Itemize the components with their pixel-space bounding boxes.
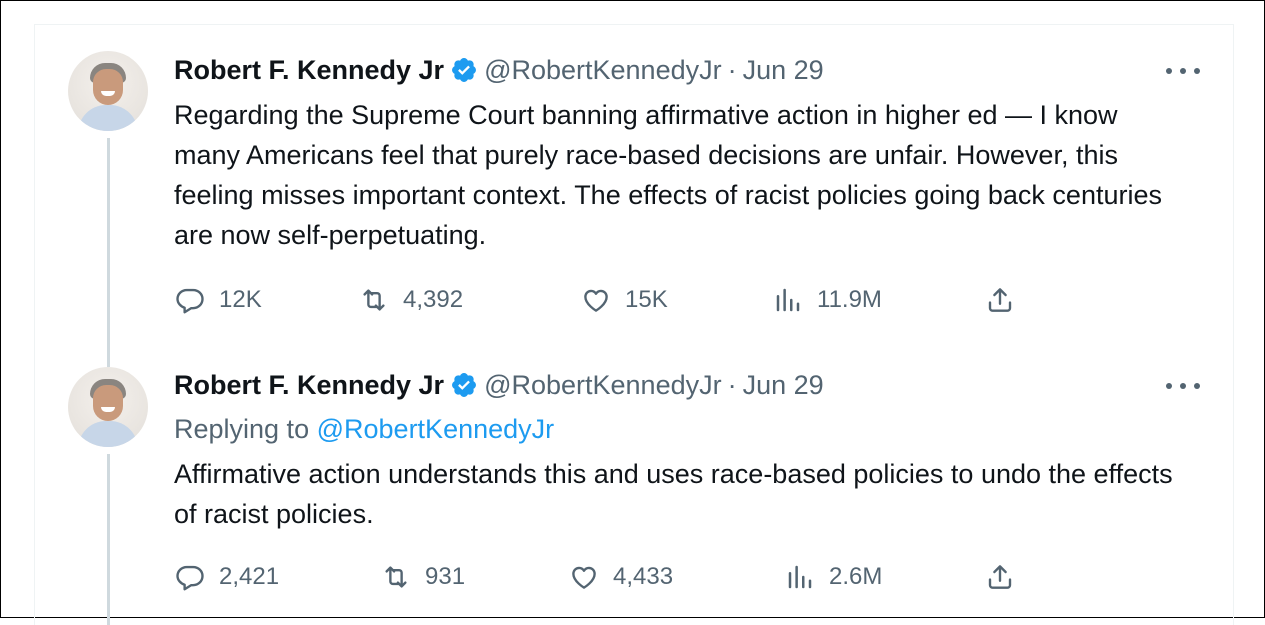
tweet-header: Robert F. Kennedy Jr @RobertKennedyJr · … <box>174 368 824 402</box>
thread-connector-line <box>107 355 110 367</box>
heart-icon <box>584 289 608 312</box>
tweet-date[interactable]: Jun 29 <box>743 55 824 86</box>
separator-dot: · <box>727 54 737 85</box>
verified-badge-icon <box>452 58 477 82</box>
reply-bubble-icon <box>176 565 204 591</box>
thread-connector-line <box>107 454 110 625</box>
retweet-icon <box>385 566 407 588</box>
tweet-2[interactable]: Robert F. Kennedy Jr @RobertKennedyJr · … <box>35 355 1233 625</box>
like-count: 4,433 <box>613 563 674 590</box>
reply-count: 2,421 <box>219 563 280 590</box>
replying-to: Replying to @RobertKennedyJr <box>174 412 554 446</box>
verified-badge-icon <box>452 373 477 397</box>
like-count: 15K <box>625 286 668 313</box>
reply-button[interactable]: 2,421 <box>175 560 279 594</box>
author-avatar[interactable] <box>68 367 148 447</box>
tweet-text: Affirmative action understands this and … <box>174 459 1173 529</box>
tweet-header: Robert F. Kennedy Jr @RobertKennedyJr · … <box>174 53 824 87</box>
replying-to-handle[interactable]: @RobertKennedyJr <box>317 414 555 444</box>
more-options-icon[interactable] <box>1166 376 1200 396</box>
thread-connector-line <box>107 138 110 355</box>
author-handle[interactable]: @RobertKennedyJr <box>484 55 722 86</box>
tweet-actions: 12K 4,392 15K 11.9M <box>35 283 1233 317</box>
heart-icon <box>572 566 596 589</box>
tweet-date[interactable]: Jun 29 <box>743 370 824 401</box>
share-button[interactable] <box>985 560 1015 594</box>
reply-bubble-icon <box>176 288 204 314</box>
author-name[interactable]: Robert F. Kennedy Jr <box>174 55 444 86</box>
views-count: 11.9M <box>817 286 882 313</box>
replying-to-label: Replying to <box>174 414 310 444</box>
tweet-1[interactable]: Robert F. Kennedy Jr @RobertKennedyJr · … <box>35 25 1233 355</box>
thread-container: Robert F. Kennedy Jr @RobertKennedyJr · … <box>34 24 1234 625</box>
retweet-icon <box>363 289 385 311</box>
retweet-count: 4,392 <box>403 286 464 313</box>
more-options-icon[interactable] <box>1166 61 1200 81</box>
like-button[interactable]: 15K <box>581 283 668 317</box>
author-avatar[interactable] <box>68 51 148 131</box>
views-button[interactable]: 2.6M <box>785 560 882 594</box>
separator-dot: · <box>727 369 737 400</box>
tweet-actions: 2,421 931 4,433 2.6M <box>35 560 1233 594</box>
tweet-text: Regarding the Supreme Court banning affi… <box>174 100 1162 250</box>
retweet-count: 931 <box>425 563 466 590</box>
author-name[interactable]: Robert F. Kennedy Jr <box>174 370 444 401</box>
share-upload-icon <box>988 288 1012 312</box>
like-button[interactable]: 4,433 <box>569 560 673 594</box>
reply-count: 12K <box>219 286 262 313</box>
retweet-button[interactable]: 4,392 <box>359 283 463 317</box>
views-count: 2.6M <box>829 563 883 590</box>
share-upload-icon <box>988 565 1012 589</box>
views-button[interactable]: 11.9M <box>773 283 882 317</box>
share-button[interactable] <box>985 283 1015 317</box>
reply-button[interactable]: 12K <box>175 283 262 317</box>
views-bar-chart-icon <box>776 288 800 312</box>
retweet-button[interactable]: 931 <box>381 560 465 594</box>
views-bar-chart-icon <box>788 565 812 589</box>
author-handle[interactable]: @RobertKennedyJr <box>484 370 722 401</box>
